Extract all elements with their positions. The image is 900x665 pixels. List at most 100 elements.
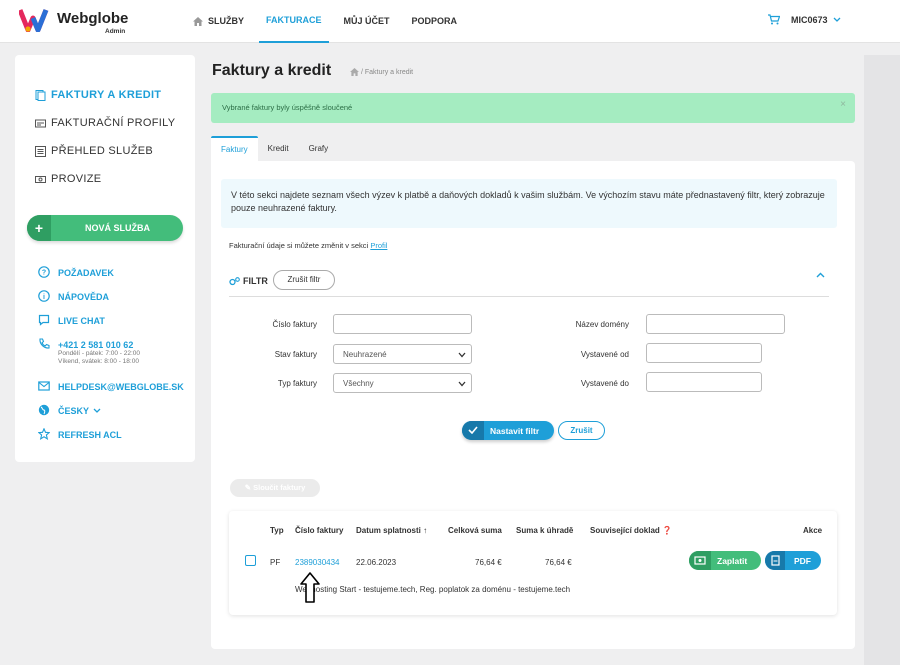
money-icon: [35, 175, 46, 183]
invoice-number-input[interactable]: [333, 314, 472, 334]
cart-icon[interactable]: [768, 14, 780, 25]
webglobe-logo[interactable]: Webglobe Admin: [19, 6, 139, 38]
nav-podpora[interactable]: PODPORA: [412, 0, 458, 43]
chevron-down-icon: [833, 17, 840, 22]
invoice-type-value: Všechny: [343, 379, 374, 388]
sidebar-menu: FAKTURY A KREDIT FAKTURAČNÍ PROFILY PŘEH…: [35, 81, 175, 193]
cancel-filter-button[interactable]: Zrušit: [558, 421, 605, 440]
nav-podpora-label: PODPORA: [411, 16, 458, 26]
invoice-type-select[interactable]: Všechny: [333, 373, 472, 393]
question-icon[interactable]: ❓: [662, 526, 672, 535]
help-item-help[interactable]: i NÁPOVĚDA: [38, 290, 184, 316]
help-item-language[interactable]: ČESKY: [38, 404, 184, 430]
user-name: MIC0673: [791, 14, 828, 25]
tab-grafy[interactable]: Grafy: [299, 136, 339, 161]
issued-from-input[interactable]: [646, 343, 762, 363]
invoice-table: Typ Číslo faktury Datum splatnosti ↑ Cel…: [229, 511, 837, 615]
new-service-label: NOVÁ SLUŽBA: [85, 223, 150, 233]
sidebar-item-provize[interactable]: PROVIZE: [35, 165, 175, 193]
logo-w-icon: [19, 9, 49, 32]
row-checkbox[interactable]: [245, 555, 256, 566]
invoice-state-select[interactable]: Neuhrazené: [333, 344, 472, 364]
tab-kredit[interactable]: Kredit: [258, 136, 299, 161]
chevron-down-icon: [458, 352, 466, 358]
tabs: Faktury Kredit Grafy: [211, 136, 338, 161]
mail-icon: [38, 381, 50, 391]
issued-to-input[interactable]: [646, 372, 762, 392]
col-to-pay: Suma k úhradě: [516, 526, 574, 535]
sidebar: FAKTURY A KREDIT FAKTURAČNÍ PROFILY PŘEH…: [15, 55, 195, 462]
help-item-refresh[interactable]: REFRESH ACL: [38, 428, 184, 454]
filter-header: FILTR Zrušit filtr: [229, 269, 829, 297]
clear-filter-button[interactable]: Zrušit filtr: [273, 270, 335, 290]
chevron-down-icon: [93, 408, 101, 413]
domain-name-label: Název domény: [575, 320, 629, 329]
id-card-icon: [35, 119, 46, 127]
tab-faktury[interactable]: Faktury: [211, 136, 258, 161]
help-item-email[interactable]: HELPDESK@WEBGLOBE.SK: [38, 381, 184, 406]
money-icon: [689, 551, 711, 570]
file-pdf-icon: [765, 551, 785, 570]
pay-label: Zaplatit: [717, 556, 748, 566]
col-total: Celková suma: [448, 526, 502, 535]
nav-muj-ucet-label: MŮJ ÚČET: [343, 16, 390, 26]
sidebar-item-label: PŘEHLED SLUŽEB: [51, 145, 154, 157]
page-title: Faktury a kredit: [212, 62, 332, 79]
user-menu[interactable]: MIC0673: [768, 14, 841, 25]
sidebar-item-faktury[interactable]: FAKTURY A KREDIT: [35, 81, 175, 109]
nav-sluzby[interactable]: SLUŽBY: [193, 0, 244, 43]
info-box: V této sekci najdete seznam všech výzev …: [221, 179, 837, 228]
col-related: Související doklad ❓: [590, 526, 672, 535]
sidebar-item-label: FAKTURAČNÍ PROFILY: [51, 117, 176, 129]
help-chat-label: LIVE CHAT: [58, 316, 105, 326]
svg-text:?: ?: [42, 270, 46, 277]
plus-icon: +: [27, 215, 51, 241]
profil-link[interactable]: Profil: [370, 241, 387, 250]
filter-title[interactable]: FILTR: [229, 276, 268, 286]
col-related-label: Související doklad: [590, 526, 660, 535]
breadcrumb: / Faktury a kredit: [350, 68, 413, 76]
phone-block-text: +421 2 581 010 62 Pondělí - pátek: 7:00 …: [58, 340, 140, 366]
sidebar-item-label: FAKTURY A KREDIT: [51, 89, 162, 101]
invoice-number-label: Číslo faktury: [272, 320, 317, 329]
close-icon[interactable]: ×: [840, 99, 846, 110]
home-icon: [193, 17, 203, 26]
pdf-button[interactable]: PDF: [765, 551, 821, 570]
new-service-button[interactable]: + NOVÁ SLUŽBA: [27, 215, 183, 241]
filter-title-label: FILTR: [243, 276, 268, 286]
help-item-phone[interactable]: +421 2 581 010 62 Pondělí - pátek: 7:00 …: [38, 338, 184, 382]
sidebar-item-profily[interactable]: FAKTURAČNÍ PROFILY: [35, 109, 175, 137]
issued-to-label: Vystavené do: [580, 379, 629, 388]
phone-number: +421 2 581 010 62: [58, 340, 134, 350]
success-alert: Vybrané faktury byly úspěšně sloučené ×: [211, 93, 855, 123]
help-request-label: POŽADAVEK: [58, 268, 114, 278]
home-icon[interactable]: [350, 68, 359, 76]
pdf-label: PDF: [794, 556, 811, 566]
sort-arrow-icon: ↑: [423, 526, 428, 535]
row-invoice-number[interactable]: 2389030434: [295, 558, 340, 567]
help-item-chat[interactable]: LIVE CHAT: [38, 314, 184, 340]
globe-icon: [38, 404, 50, 416]
pay-button[interactable]: Zaplatit: [689, 551, 761, 570]
col-due[interactable]: Datum splatnosti ↑: [356, 526, 427, 535]
sidebar-item-prehled[interactable]: PŘEHLED SLUŽEB: [35, 137, 175, 165]
row-total: 76,64 €: [475, 558, 502, 567]
chevron-up-icon[interactable]: [816, 271, 825, 280]
domain-name-input[interactable]: [646, 314, 785, 334]
chevron-down-icon: [458, 381, 466, 387]
help-item-request[interactable]: ? POŽADAVEK: [38, 266, 184, 292]
list-icon: [35, 145, 46, 157]
nav-muj-ucet[interactable]: MŮJ ÚČET: [344, 0, 390, 43]
star-icon: [38, 428, 50, 440]
merge-invoices-button[interactable]: ✎ Sloučit faktury: [230, 479, 320, 497]
help-list: ? POŽADAVEK i NÁPOVĚDA LIVE CHAT +421 2 …: [38, 266, 184, 454]
issued-from-label: Vystavené od: [580, 350, 629, 359]
help-language-label: ČESKY: [58, 406, 90, 416]
set-filter-button[interactable]: Nastavit filtr: [462, 421, 554, 440]
row-to-pay: 76,64 €: [545, 558, 572, 567]
top-navbar: Webglobe Admin SLUŽBY FAKTURACE MŮJ ÚČET…: [0, 0, 900, 43]
page-scroll-area: [864, 55, 900, 665]
alert-text: Vybrané faktury byly úspěšně sloučené: [222, 103, 353, 112]
check-icon: [462, 421, 484, 440]
nav-fakturace[interactable]: FAKTURACE: [259, 0, 329, 43]
